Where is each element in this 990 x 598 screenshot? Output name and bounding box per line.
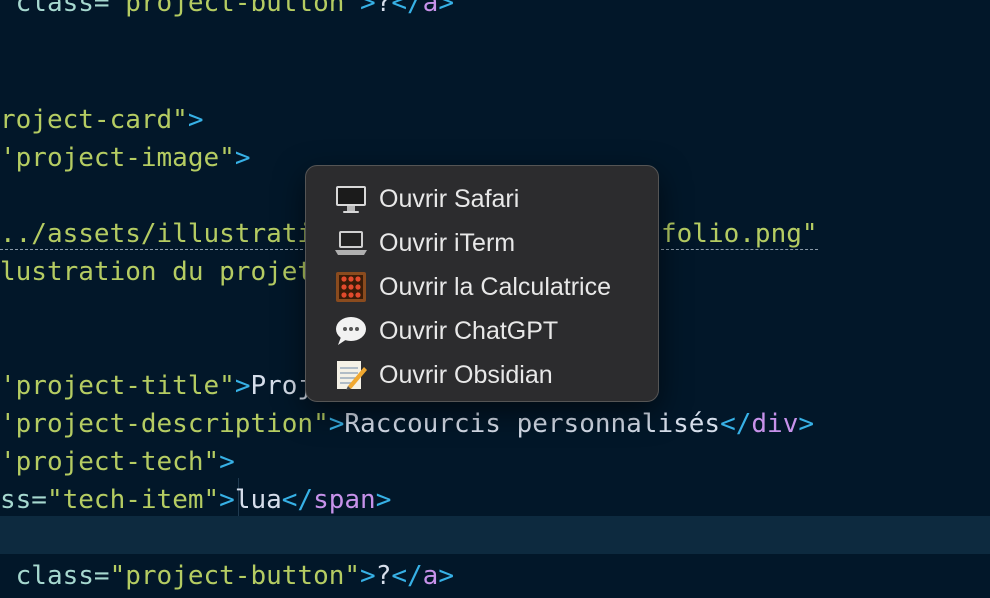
code-token: class= [0,561,110,591]
abacus-icon [334,271,368,303]
code-token: > [798,409,815,439]
code-token: > [187,105,204,135]
code-token: Raccourcis personnalisés [344,409,721,439]
laptop-icon [334,227,368,259]
code-token: div [751,409,799,439]
menu-item-iterm[interactable]: Ouvrir iTerm [306,221,658,265]
code-token: "tech-item" [46,485,220,515]
code-token: > [438,561,454,591]
memo-icon [334,359,368,391]
code-token: > [328,409,345,439]
current-line-highlight [0,516,990,554]
code-token: > [360,561,376,591]
code-line: 'project-description">Raccourcis personn… [0,405,814,443]
code-token: folio.png" [661,219,818,250]
code-line-tail: folio.png" [661,215,818,253]
code-token: 'project-description" [0,409,329,439]
code-line: ss="tech-item">lua</span> [0,481,391,519]
menu-item-safari[interactable]: Ouvrir Safari [306,177,658,221]
code-token: class= [0,0,110,18]
code-token: ../assets/illustrati [0,219,314,250]
code-token: "project-button" [109,0,361,18]
code-token: > [219,485,235,515]
code-token: a [422,0,439,18]
code-token: ss= [0,485,47,515]
code-line: ../assets/illustrati [0,215,314,253]
code-line: lustration du projet [0,253,313,291]
code-line: roject-card"> [0,101,204,139]
code-token: ? [375,0,392,18]
code-token: > [234,371,251,401]
code-token: "project-button" [109,561,361,591]
menu-item-label: Ouvrir Safari [379,184,520,213]
code-line: 'project-title">Proj [0,367,313,405]
code-token: ? [375,561,392,591]
monitor-icon [334,183,368,215]
code-line: 'project-tech"> [0,443,235,481]
menu-item-obsidian[interactable]: Ouvrir Obsidian [306,353,658,397]
code-token: span [313,485,376,515]
code-token: lustration du projet [0,257,314,287]
menu-item-calculatrice[interactable]: Ouvrir la Calculatrice [306,265,658,309]
code-token: > [438,0,454,18]
code-token: Proj [250,371,314,401]
menu-item-label: Ouvrir iTerm [379,228,516,257]
code-token: > [375,485,392,515]
code-token: > [360,0,376,18]
menu-item-label: Ouvrir Obsidian [379,360,553,389]
code-line: 'project-image"> [0,139,250,177]
menu-item-label: Ouvrir la Calculatrice [379,272,612,301]
code-token: > [234,143,251,173]
code-line: class="project-button">?</a> [0,0,454,22]
code-token: </ [281,485,314,515]
code-token: 'project-tech" [0,447,220,477]
code-token: a [422,561,439,591]
code-token: 'project-image" [0,143,235,173]
speech-bubble-icon [334,315,368,347]
code-token: 'project-title" [0,371,235,401]
code-line: class="project-button">?</a> [0,557,454,595]
code-token: </ [391,0,423,18]
shortcut-menu: Ouvrir Safari Ouvrir iTerm Ouvrir la Cal… [305,165,659,402]
code-token: </ [391,561,423,591]
code-token: </ [720,409,752,439]
code-token: roject-card" [0,105,188,135]
code-token: > [219,447,235,477]
menu-item-chatgpt[interactable]: Ouvrir ChatGPT [306,309,658,353]
code-token: lua [234,485,282,515]
menu-item-label: Ouvrir ChatGPT [379,316,559,345]
